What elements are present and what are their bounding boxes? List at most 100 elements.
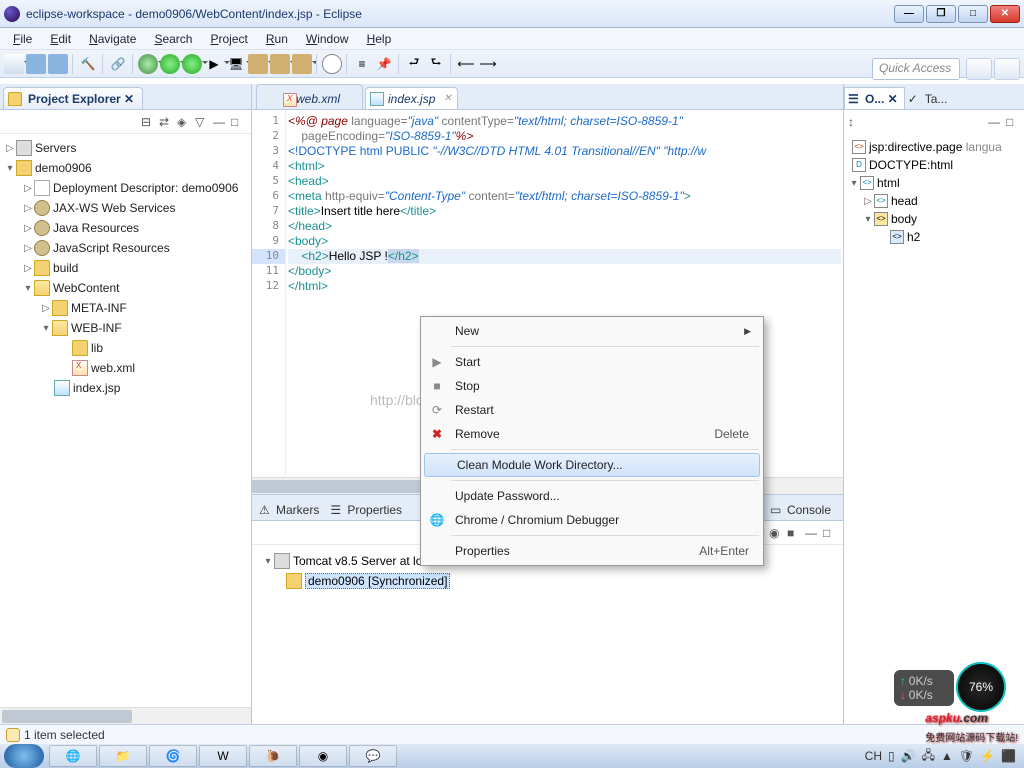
tree-item-dd[interactable]: Deployment Descriptor: demo0906 [53, 181, 238, 195]
toggle-breadcrumb-icon[interactable]: ≡ [352, 54, 372, 74]
outline-item[interactable]: body [891, 212, 917, 226]
close-tab-icon[interactable]: ✕ [443, 93, 453, 103]
outline-item[interactable]: DOCTYPE:html [869, 158, 953, 172]
tab-web-xml[interactable]: web.xml [256, 84, 363, 109]
twisty-icon[interactable]: ▾ [40, 322, 52, 334]
stop-server-icon[interactable]: ■ [787, 526, 801, 540]
tab-properties[interactable]: ☰Properties [327, 499, 410, 520]
save-all-icon[interactable] [48, 54, 68, 74]
tree-item-javares[interactable]: Java Resources [53, 221, 139, 235]
sort-icon[interactable]: ↕ [848, 115, 862, 129]
menu-edit[interactable]: Edit [41, 29, 80, 49]
tab-outline[interactable]: ☰O... ✕ [844, 87, 905, 109]
tray-icon[interactable]: ⚡ [980, 749, 995, 763]
package-icon[interactable] [270, 54, 290, 74]
taskbar-app-snail[interactable]: 🐌 [249, 745, 297, 767]
new-server-icon[interactable] [248, 54, 268, 74]
link-icon[interactable]: 🔗 [108, 54, 128, 74]
forward-icon[interactable]: ⟶ [478, 54, 498, 74]
tab-tasks[interactable]: ✓Ta... [905, 88, 954, 109]
tree-item-build[interactable]: build [53, 261, 78, 275]
minimize-view-icon[interactable]: — [988, 115, 1002, 129]
pin-icon[interactable]: 📌 [374, 54, 394, 74]
outline-tree[interactable]: <>jsp:directive.page langua DDOCTYPE:htm… [844, 134, 1024, 724]
back-icon[interactable]: ⟵ [456, 54, 476, 74]
maximize-view-icon[interactable]: □ [231, 115, 245, 129]
twisty-icon[interactable]: ▷ [22, 202, 34, 214]
tree-item-jaxws[interactable]: JAX-WS Web Services [53, 201, 175, 215]
profile-server-icon[interactable]: ◉ [769, 526, 783, 540]
taskbar-app-ie[interactable]: 🌐 [49, 745, 97, 767]
annotation-prev-icon[interactable]: ⮐ [404, 54, 424, 74]
tab-project-explorer[interactable]: Project Explorer ✕ [3, 87, 143, 109]
annotation-next-icon[interactable]: ⮑ [426, 54, 446, 74]
class-icon[interactable] [292, 54, 312, 74]
link-editor-icon[interactable]: ⇄ [159, 115, 173, 129]
minimize-view-icon[interactable]: — [805, 526, 819, 540]
taskbar-app-eclipse[interactable]: ◉ [299, 745, 347, 767]
tree-item-webxml[interactable]: web.xml [91, 361, 135, 375]
maximize-view-icon[interactable]: □ [1006, 115, 1020, 129]
twisty-icon[interactable]: ▾ [862, 213, 874, 225]
tree-item-metainf[interactable]: META-INF [71, 301, 127, 315]
twisty-icon[interactable]: ▷ [22, 262, 34, 274]
start-button[interactable] [4, 744, 44, 768]
menu-run[interactable]: Run [257, 29, 297, 49]
taskbar-app-qq[interactable]: 🌀 [149, 745, 197, 767]
minimize-view-icon[interactable]: — [213, 115, 227, 129]
tray-show-hidden-icon[interactable]: ▲ [941, 749, 953, 763]
tray-sound-icon[interactable]: 🔊 [901, 749, 916, 763]
tray-ime[interactable]: CH [865, 749, 882, 763]
view-menu-icon[interactable]: ▽ [195, 115, 209, 129]
tree-item-jsres[interactable]: JavaScript Resources [53, 241, 170, 255]
twisty-icon[interactable]: ▷ [22, 182, 34, 194]
focus-icon[interactable]: ◈ [177, 115, 191, 129]
tray-icon[interactable]: 🛡 [959, 749, 974, 763]
perspective-java-ee-icon[interactable] [994, 58, 1020, 80]
outline-item[interactable]: html [877, 176, 900, 190]
open-type-icon[interactable]: 🔨 [78, 54, 98, 74]
menu-navigate[interactable]: Navigate [80, 29, 145, 49]
search-icon[interactable] [322, 54, 342, 74]
twisty-icon[interactable]: ▾ [262, 555, 274, 567]
system-tray[interactable]: CH ▯ 🔊 🖧 ▲ 🛡 ⚡ ⬛ [857, 746, 1024, 767]
menu-start[interactable]: ▶Start [423, 350, 761, 374]
debug-icon[interactable] [138, 54, 158, 74]
tree-item-servers[interactable]: Servers [35, 141, 76, 155]
tree-item-webcontent[interactable]: WebContent [53, 281, 120, 295]
module-item-selected[interactable]: demo0906 [Synchronized] [305, 573, 450, 589]
tree-item-webinf[interactable]: WEB-INF [71, 321, 122, 335]
twisty-icon[interactable]: ▾ [4, 162, 16, 174]
tree-item-indexjsp[interactable]: index.jsp [73, 381, 120, 395]
tray-network-icon[interactable]: 🖧 [922, 746, 935, 767]
server-icon[interactable]: 🖥 [226, 54, 246, 74]
run-last-icon[interactable]: ▶ [204, 54, 224, 74]
coverage-icon[interactable] [182, 54, 202, 74]
taskbar-app-wechat[interactable]: 💬 [349, 745, 397, 767]
tray-icon[interactable]: ▯ [888, 749, 895, 763]
project-tree[interactable]: ▷ Servers ▾ demo0906 ▷ Deployment Descripto… [0, 134, 251, 707]
servers-view[interactable]: ▾Tomcat v8.5 Server at localhost demo090… [252, 545, 843, 724]
taskbar-app-wps[interactable]: W [199, 745, 247, 767]
restore-button[interactable]: ❐ [926, 5, 956, 23]
outline-item[interactable]: jsp:directive.page [869, 140, 962, 154]
twisty-icon[interactable]: ▷ [22, 242, 34, 254]
menu-restart[interactable]: ⟳Restart [423, 398, 761, 422]
menu-chrome-debugger[interactable]: 🌐Chrome / Chromium Debugger [423, 508, 761, 532]
save-icon[interactable] [26, 54, 46, 74]
tab-index-jsp[interactable]: index.jsp✕ [365, 87, 458, 109]
menu-stop[interactable]: ■Stop [423, 374, 761, 398]
tree-item-project[interactable]: demo0906 [35, 161, 92, 175]
tray-icon[interactable]: ⬛ [1001, 749, 1016, 763]
twisty-icon[interactable]: ▷ [22, 222, 34, 234]
new-icon[interactable] [4, 54, 24, 74]
tab-markers[interactable]: ⚠Markers [256, 499, 327, 520]
menu-remove[interactable]: ✖RemoveDelete [423, 422, 761, 446]
tab-console[interactable]: ▭Console [767, 499, 839, 520]
outline-item[interactable]: h2 [907, 230, 920, 244]
menu-new[interactable]: New [423, 319, 761, 343]
menu-project[interactable]: Project [201, 29, 256, 49]
twisty-icon[interactable]: ▾ [848, 177, 860, 189]
menu-help[interactable]: Help [358, 29, 401, 49]
menu-update-password[interactable]: Update Password... [423, 484, 761, 508]
